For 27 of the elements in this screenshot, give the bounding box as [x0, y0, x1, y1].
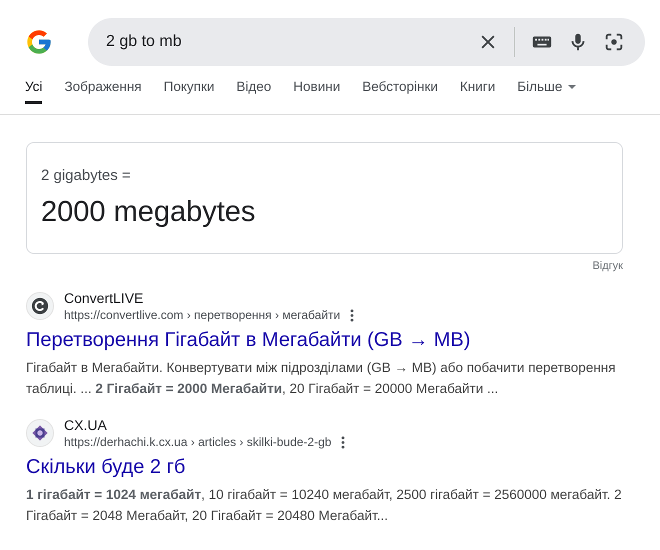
site-favicon-icon — [26, 292, 54, 320]
conversion-question: 2 gigabytes = — [41, 167, 132, 184]
more-options-icon[interactable] — [350, 308, 354, 322]
result-title-link[interactable]: Перетворення Гігабайт в Мегабайти (GB → MB) — [26, 329, 640, 352]
search-tab[interactable]: Новини — [293, 79, 340, 104]
more-options-icon[interactable] — [341, 436, 346, 448]
site-name: ConvertLIVE — [64, 290, 144, 306]
caret-icon — [568, 85, 576, 89]
conversion-result: 2000 megabytes — [41, 196, 256, 229]
search-tab[interactable]: Покупки — [164, 79, 214, 104]
site-favicon-icon — [26, 419, 54, 447]
search-tab[interactable]: Більше — [517, 79, 576, 104]
camera-icon[interactable] — [603, 31, 625, 53]
search-tab[interactable]: Усі — [25, 79, 42, 104]
result-snippet: Гігабайт в Мегабайти. Конвертувати між підрозділами (GB → MB) або побачити перетворення таблиці. ... 2 Гігабайт = 2000 Мегабайти, 20 Гігабайт = 20000 Мегабайти ... — [26, 359, 617, 398]
logo-icon[interactable] — [25, 28, 53, 56]
search-tab[interactable]: Відео — [236, 79, 272, 104]
site-url: https://derhachi.k.cx.ua › articles › skilki-bude-2-gb — [64, 435, 332, 449]
site-name: CX.UA — [64, 417, 108, 433]
search-tab[interactable]: Зображення — [64, 79, 142, 104]
search-field[interactable]: 2 gb to mb — [106, 33, 464, 51]
result-snippet: 1 гігабайт = 1024 мегабайт, 10 гігабайт = 10240 мегабайт, 2500 гігабайт = 2560000 мегабайт. 2 Гігабайт = 2048 Мегабайт, 20 Гігабайт = 20480 Мегабайт... — [26, 486, 623, 525]
feedback-link[interactable]: Відгук — [592, 260, 623, 272]
site-url: https://convertlive.com › перетворення › мегабайти — [64, 308, 340, 322]
result-title-link[interactable]: Скільки буде 2 гб — [26, 456, 640, 479]
search-tab[interactable]: Вебсторінки — [362, 79, 438, 104]
search-tab[interactable]: Книги — [460, 79, 496, 104]
